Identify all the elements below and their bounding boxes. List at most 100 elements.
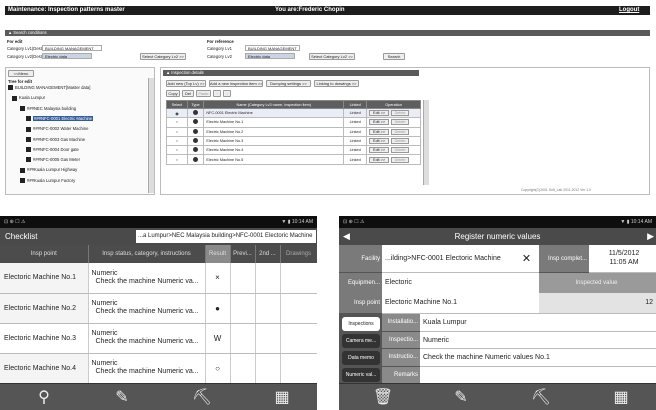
keypad-icon[interactable]: ▦	[609, 387, 633, 409]
copy-button[interactable]: Copy	[166, 90, 180, 97]
drawings-cell[interactable]	[280, 353, 317, 384]
edit-icon[interactable]: ✎	[449, 387, 473, 409]
drawings-cell[interactable]	[280, 293, 317, 324]
select-lv2-button[interactable]: Select Category Lv2 >>	[140, 53, 186, 60]
tree-scrollbar[interactable]	[148, 78, 154, 193]
table-row[interactable]: ○ Electric Machine No.5 Linked Edit >> Delet…	[166, 154, 421, 165]
row-radio[interactable]: ◉	[166, 107, 188, 119]
equipment-label: Equipmen...	[339, 273, 382, 294]
desktop-title-bar: Maintenance: Inspection patterns master …	[5, 6, 650, 15]
delete-small-button[interactable]: Del	[182, 90, 194, 97]
add-inspection-item-button[interactable]: Add a new inspection item >>	[209, 80, 263, 87]
result-cell[interactable]: ×	[205, 263, 231, 294]
edit-button[interactable]: Edit >>	[369, 138, 390, 145]
move-down-button[interactable]: ↓	[223, 90, 231, 97]
row-radio[interactable]: ○	[166, 126, 188, 137]
cat-lv1-dest-label: Category Lv1(Dest)	[7, 46, 44, 51]
search-button[interactable]: Search	[383, 53, 405, 60]
logout-link[interactable]: Logout	[619, 6, 639, 15]
field-value[interactable]	[420, 366, 656, 384]
move-up-button[interactable]: ↑	[213, 90, 221, 97]
tree-node[interactable]: ###NFC-0003 Gas Machine	[26, 137, 85, 143]
table-scrollbar[interactable]	[423, 100, 429, 185]
inspection-details-bar[interactable]: ▲ Inspection details	[163, 70, 419, 76]
table-row[interactable]: ○ Electric Machine No.4 Linked Edit >> Delet…	[166, 145, 421, 156]
delete-button[interactable]: Delete	[391, 147, 410, 154]
keypad-icon[interactable]: ▦	[270, 387, 294, 409]
edit-button[interactable]: Edit >>	[369, 119, 390, 126]
select-ref-lv2-button[interactable]: Select Category Lv2 >>	[309, 53, 355, 60]
checklist-row[interactable]: Electoric Machine No.1 Numeric Check the m…	[0, 263, 317, 294]
paste-button[interactable]: Paste	[196, 90, 211, 97]
field-label: Inspectio...	[382, 331, 420, 349]
result-cell[interactable]: ○	[205, 353, 231, 384]
tree-node[interactable]: ###NFC-0002 Water Machine	[26, 126, 88, 132]
delete-button[interactable]: Delete	[391, 110, 410, 117]
row-radio[interactable]: ○	[166, 154, 188, 165]
cleaning-icon[interactable]: ⛏	[529, 387, 553, 409]
tree-node[interactable]: ###NEC Malaysia building	[20, 106, 76, 112]
delete-button[interactable]: Delete	[391, 138, 410, 145]
tree-node[interactable]: ###Kuala Lumpur Highway	[20, 167, 77, 173]
tree-node[interactable]: Kuala Lumpur	[12, 95, 45, 101]
row-radio[interactable]: ○	[166, 135, 188, 147]
tab-camera-memo[interactable]: Camera me...	[342, 334, 380, 348]
field-label: Instructio...	[382, 349, 420, 367]
cleaning-icon[interactable]: ⛏	[190, 387, 214, 409]
field-value[interactable]: Numeric	[420, 331, 656, 349]
cat-lv2-field[interactable]: Electric data	[245, 53, 295, 59]
search-icon[interactable]: ⚲	[32, 387, 56, 409]
table-row[interactable]: ○ Electric Machine No.3 Linked Edit >> Delet…	[166, 135, 421, 147]
checklist-row[interactable]: Electoric Machine No.2 Numeric Check the m…	[0, 293, 317, 324]
delete-button[interactable]: Delete	[391, 119, 410, 126]
edit-button[interactable]: Edit >>	[369, 156, 390, 163]
insp-datetime[interactable]: 11/5/2012 11:05 AM	[589, 245, 656, 273]
drawings-cell[interactable]	[280, 263, 317, 294]
add-new-top-button[interactable]: Add new (Top Lv) >>	[166, 80, 206, 87]
row-radio[interactable]: ○	[166, 145, 188, 156]
facility-value[interactable]: ...ilding>NFC-0001 Electoric Machine	[382, 245, 514, 273]
edit-button[interactable]: Edit >>	[369, 147, 390, 154]
edit-button[interactable]: Edit >>	[369, 110, 390, 117]
second-cell	[255, 263, 281, 294]
field-value[interactable]: Check the machine Numeric values No.1	[420, 349, 656, 367]
dumping-settings-button[interactable]: Dumping settings >>	[266, 80, 311, 87]
insp-status-cell: Numeric Check the machine Numeric va...	[88, 323, 206, 354]
checklist-row[interactable]: Electoric Machine No.4 Numeric Check the m…	[0, 353, 317, 384]
tree-node[interactable]: ###NFC-0004 Door gate	[26, 147, 79, 153]
cat-lv2-dest-field[interactable]: Electric data	[42, 53, 92, 59]
result-cell[interactable]: W	[205, 323, 231, 354]
field-value[interactable]: Kuala Lumpur	[420, 314, 656, 332]
tree-node[interactable]: ###NFC-0005 Gas Meter	[26, 157, 80, 163]
row-radio[interactable]: ○	[166, 117, 188, 128]
linking-drawings-button[interactable]: Linking to drawings >>	[314, 80, 359, 87]
tree-node[interactable]: BUILDING MANAGEMENT[Master data]	[8, 85, 90, 91]
result-cell[interactable]: ●	[205, 293, 231, 324]
insp-status-cell: Numeric Check the machine Numeric va...	[88, 263, 206, 294]
cat-lv1-dest-select[interactable]: BUILDING MANAGEMENT	[42, 45, 102, 51]
search-conditions-bar[interactable]: ▲ Search conditions	[5, 30, 650, 36]
delete-button[interactable]: Delete	[391, 128, 410, 135]
delete-button[interactable]: Delete	[391, 156, 410, 163]
tab-inspections[interactable]: Inspections	[342, 317, 380, 331]
close-icon[interactable]: ✕	[514, 245, 539, 273]
tab-numeric-values[interactable]: Numeric val...	[342, 368, 380, 382]
forward-arrow-icon[interactable]: ▶	[647, 231, 654, 242]
numeric-value[interactable]: 12	[539, 293, 656, 314]
location-path[interactable]: ...a Lumpur>NEC Malaysia building>NFC-00…	[136, 230, 316, 243]
tree-node[interactable]: ###NFC-0001 Electric Machine	[26, 115, 94, 122]
second-cell	[255, 293, 281, 324]
trash-icon[interactable]: 🗑	[371, 387, 395, 409]
cat-lv1-select[interactable]: BUILDING MANAGEMENT	[245, 45, 300, 51]
cat-lv2-label: Category Lv2	[207, 54, 232, 59]
edit-button[interactable]: Edit >>	[369, 128, 390, 135]
table-row[interactable]: ○ Electric Machine No.2 Linked Edit >> Delet…	[166, 126, 421, 137]
table-row[interactable]: ◉ NFC-0001 Electric Machine Linked Edit >> D…	[166, 107, 421, 119]
checklist-row[interactable]: Electoric Machine No.3 Numeric Check the m…	[0, 323, 317, 354]
table-row[interactable]: ○ Electric Machine No.1 Linked Edit >> Delet…	[166, 117, 421, 128]
menu-button[interactable]: <<Menu	[8, 70, 34, 77]
edit-icon[interactable]: ✎	[110, 387, 134, 409]
tab-data-memo[interactable]: Data memo	[342, 351, 380, 365]
drawings-cell[interactable]	[280, 323, 317, 354]
tree-node[interactable]: ###Kuala Lumpur Factory	[20, 178, 75, 184]
